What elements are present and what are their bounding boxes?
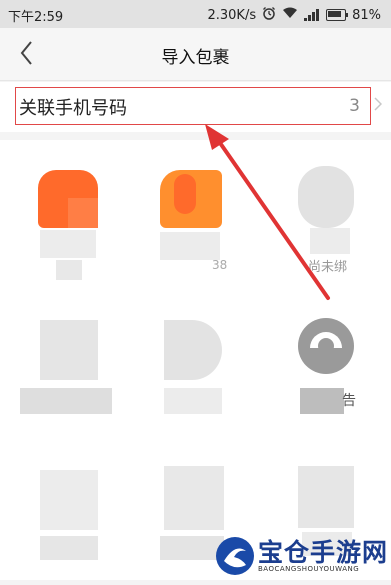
name-blur bbox=[164, 388, 222, 414]
name-blur bbox=[300, 388, 344, 414]
contact-name-fragment: 尚未绑 bbox=[308, 260, 348, 275]
name-blur bbox=[160, 536, 224, 560]
nav-bar: 导入包裹 bbox=[0, 28, 391, 81]
contact-item[interactable]: 告 bbox=[262, 290, 390, 435]
contact-avatar bbox=[298, 166, 354, 228]
highlight-box: 关联手机号码 3 bbox=[15, 87, 371, 125]
name-blur bbox=[160, 232, 220, 260]
avatar-block bbox=[68, 198, 98, 228]
contact-avatar bbox=[298, 466, 354, 528]
status-time: 下午2:59 bbox=[8, 10, 64, 25]
contact-item[interactable] bbox=[0, 290, 128, 435]
watermark: 宝仓手游网 BAOCANGSHOUYOUWANG bbox=[216, 535, 391, 580]
link-phone-row[interactable]: 关联手机号码 3 bbox=[0, 82, 391, 132]
contact-item[interactable]: 38 bbox=[130, 140, 258, 285]
name-blur bbox=[40, 230, 96, 258]
watermark-title: 宝仓手游网 bbox=[258, 538, 389, 567]
link-phone-label: 关联手机号码 bbox=[19, 98, 127, 119]
contact-item[interactable] bbox=[130, 290, 258, 435]
avatar-block bbox=[174, 174, 196, 214]
watermark-logo-icon bbox=[216, 537, 254, 575]
contact-item[interactable]: 尚未绑 bbox=[262, 140, 390, 285]
signal-icon bbox=[304, 9, 320, 21]
network-speed: 2.30K/s bbox=[207, 7, 257, 23]
name-blur bbox=[40, 536, 98, 560]
wifi-icon bbox=[282, 7, 298, 23]
watermark-subtitle: BAOCANGSHOUYOUWANG bbox=[258, 565, 360, 573]
contact-avatar bbox=[40, 320, 98, 380]
contact-avatar bbox=[164, 320, 222, 380]
contact-avatar bbox=[40, 470, 98, 530]
status-right: 2.30K/s 81% bbox=[207, 6, 381, 24]
name-blur bbox=[310, 228, 350, 254]
contact-name-fragment: 告 bbox=[342, 393, 356, 409]
battery-level: 81% bbox=[352, 7, 381, 23]
name-blur bbox=[56, 260, 82, 280]
battery-icon bbox=[326, 9, 349, 21]
page-title: 导入包裹 bbox=[161, 48, 230, 68]
contacts-grid: 38 尚未绑 告 bbox=[0, 140, 391, 580]
contact-name-fragment: 38 bbox=[212, 258, 228, 272]
contact-avatar bbox=[164, 466, 224, 530]
name-blur bbox=[20, 388, 112, 414]
link-phone-count: 3 bbox=[349, 96, 360, 116]
status-bar: 下午2:59 2.30K/s 81% bbox=[0, 0, 391, 28]
contact-item[interactable] bbox=[0, 440, 128, 585]
alarm-icon bbox=[262, 6, 276, 24]
contact-avatar bbox=[298, 318, 354, 374]
contact-item[interactable] bbox=[0, 140, 128, 285]
chevron-right-icon bbox=[374, 96, 383, 111]
